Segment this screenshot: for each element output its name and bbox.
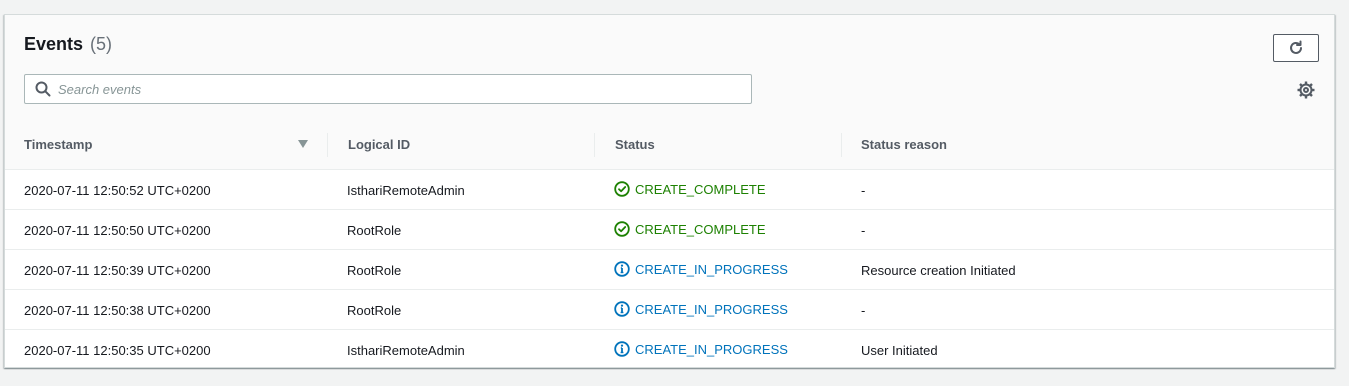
status-reason-cell: - <box>842 289 1334 330</box>
timestamp-text: 2020-07-11 12:50:35 UTC+0200 <box>24 343 211 358</box>
logical-id-text: RootRole <box>347 303 402 318</box>
status-reason-text: Resource creation Initiated <box>861 263 1016 278</box>
status-reason-cell: - <box>842 209 1334 250</box>
status-text: CREATE_IN_PROGRESS <box>635 261 788 277</box>
status-text: CREATE_COMPLETE <box>635 181 766 197</box>
refresh-icon <box>1290 40 1302 54</box>
status-reason-text: - <box>861 223 866 238</box>
column-header-status-reason[interactable]: Status reason <box>842 120 1334 170</box>
info-circle-icon <box>614 341 630 357</box>
logical-id-text: IsthariRemoteAdmin <box>347 183 465 198</box>
check-circle-icon <box>614 221 630 237</box>
info-circle-icon <box>614 261 630 277</box>
info-circle-icon <box>614 301 630 317</box>
status-cell: CREATE_COMPLETE <box>595 209 842 250</box>
status-badge: CREATE_IN_PROGRESS <box>614 301 788 317</box>
status-text: CREATE_COMPLETE <box>635 221 766 237</box>
table-row[interactable]: 2020-07-11 12:50:39 UTC+0200 RootRole CREA… <box>5 249 1334 290</box>
timestamp-cell: 2020-07-11 12:50:38 UTC+0200 <box>5 289 328 330</box>
timestamp-cell: 2020-07-11 12:50:39 UTC+0200 <box>5 249 328 290</box>
timestamp-cell: 2020-07-11 12:50:50 UTC+0200 <box>5 209 328 250</box>
table-row[interactable]: 2020-07-11 12:50:38 UTC+0200 RootRole CREA… <box>5 289 1334 330</box>
status-text: CREATE_IN_PROGRESS <box>635 301 788 317</box>
status-reason-cell: - <box>842 169 1334 210</box>
search-icon <box>35 81 51 97</box>
table-row[interactable]: 2020-07-11 12:50:52 UTC+0200 IsthariRemot… <box>5 169 1334 210</box>
logical-id-text: RootRole <box>347 223 402 238</box>
timestamp-text: 2020-07-11 12:50:38 UTC+0200 <box>24 303 211 318</box>
status-badge: CREATE_COMPLETE <box>614 181 766 197</box>
events-table: Timestamp Logical ID Status Status reaso… <box>5 120 1334 369</box>
status-reason-text: - <box>861 183 866 198</box>
logical-id-cell: IsthariRemoteAdmin <box>328 169 595 210</box>
logical-id-cell: RootRole <box>328 209 595 250</box>
logical-id-cell: IsthariRemoteAdmin <box>328 329 595 369</box>
events-title: Events <box>24 34 84 54</box>
refresh-button[interactable] <box>1273 34 1319 62</box>
search-input[interactable] <box>58 75 738 103</box>
table-header-row: Timestamp Logical ID Status Status reaso… <box>5 120 1334 170</box>
status-text: CREATE_IN_PROGRESS <box>635 341 788 357</box>
events-count: (5) <box>90 34 113 54</box>
status-cell: CREATE_IN_PROGRESS <box>595 249 842 290</box>
gear-icon[interactable] <box>1297 81 1315 99</box>
status-reason-text: - <box>861 303 866 318</box>
status-cell: CREATE_COMPLETE <box>595 169 842 210</box>
status-reason-cell: User Initiated <box>842 329 1334 369</box>
timestamp-text: 2020-07-11 12:50:39 UTC+0200 <box>24 263 211 278</box>
status-cell: CREATE_IN_PROGRESS <box>595 289 842 330</box>
logical-id-text: IsthariRemoteAdmin <box>347 343 465 358</box>
status-reason-text: User Initiated <box>861 343 938 358</box>
timestamp-cell: 2020-07-11 12:50:52 UTC+0200 <box>5 169 328 210</box>
table-row[interactable]: 2020-07-11 12:50:50 UTC+0200 RootRole CREA… <box>5 209 1334 250</box>
column-header-logical-id[interactable]: Logical ID <box>328 120 595 170</box>
logical-id-cell: RootRole <box>328 289 595 330</box>
logical-id-text: RootRole <box>347 263 402 278</box>
logical-id-cell: RootRole <box>328 249 595 290</box>
check-circle-icon <box>614 181 630 197</box>
column-header-timestamp[interactable]: Timestamp <box>5 120 328 170</box>
search-box <box>24 74 752 104</box>
page-title: Events (5) <box>24 34 112 55</box>
timestamp-text: 2020-07-11 12:50:50 UTC+0200 <box>24 223 211 238</box>
status-badge: CREATE_IN_PROGRESS <box>614 261 788 277</box>
sort-descending-icon[interactable] <box>298 140 308 148</box>
status-badge: CREATE_IN_PROGRESS <box>614 341 788 357</box>
status-cell: CREATE_IN_PROGRESS <box>595 329 842 369</box>
column-header-status[interactable]: Status <box>595 120 842 170</box>
timestamp-cell: 2020-07-11 12:50:35 UTC+0200 <box>5 329 328 369</box>
status-reason-cell: Resource creation Initiated <box>842 249 1334 290</box>
timestamp-text: 2020-07-11 12:50:52 UTC+0200 <box>24 183 211 198</box>
events-header: Events (5) <box>5 15 1334 121</box>
status-badge: CREATE_COMPLETE <box>614 221 766 237</box>
events-panel: Events (5) Search events Timestamp Logic… <box>4 14 1335 369</box>
table-row[interactable]: 2020-07-11 12:50:35 UTC+0200 IsthariRemot… <box>5 329 1334 369</box>
